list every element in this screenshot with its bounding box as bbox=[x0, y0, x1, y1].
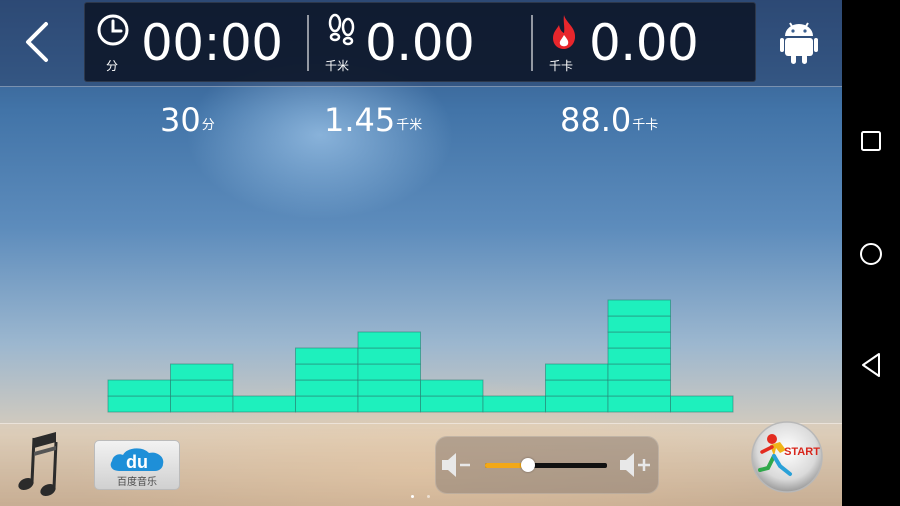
equalizer-segment bbox=[232, 395, 296, 413]
volume-control bbox=[435, 436, 659, 494]
equalizer-segment bbox=[607, 395, 671, 413]
equalizer-bar bbox=[295, 347, 359, 413]
equalizer-bar bbox=[420, 379, 484, 413]
equalizer-segment bbox=[545, 379, 609, 397]
equalizer-segment bbox=[545, 395, 609, 413]
start-label: START bbox=[784, 446, 820, 458]
equalizer-segment bbox=[357, 395, 421, 413]
equalizer-segment bbox=[170, 379, 234, 397]
equalizer-bar bbox=[170, 363, 234, 413]
volume-slider-thumb[interactable] bbox=[520, 458, 535, 472]
equalizer-bar bbox=[482, 395, 546, 413]
equalizer-segment bbox=[107, 395, 171, 413]
baidu-music-label: 百度音乐 bbox=[117, 477, 157, 488]
equalizer-segment bbox=[295, 347, 359, 365]
equalizer-segment bbox=[420, 379, 484, 397]
equalizer-segment bbox=[107, 379, 171, 397]
equalizer-segment bbox=[295, 395, 359, 413]
equalizer-segment bbox=[295, 363, 359, 381]
equalizer-segment bbox=[482, 395, 546, 413]
back-triangle-icon[interactable] bbox=[860, 352, 882, 378]
equalizer-bar bbox=[607, 299, 671, 413]
equalizer-segment bbox=[170, 395, 234, 413]
equalizer-segment bbox=[357, 331, 421, 349]
equalizer-bar bbox=[107, 379, 171, 413]
home-icon[interactable] bbox=[859, 242, 883, 266]
equalizer-bar bbox=[545, 363, 609, 413]
equalizer-segment bbox=[420, 395, 484, 413]
equalizer-segment bbox=[295, 379, 359, 397]
volume-down-icon[interactable] bbox=[440, 451, 474, 479]
equalizer-segment bbox=[607, 299, 671, 317]
equalizer-segment bbox=[357, 379, 421, 397]
equalizer-bar bbox=[232, 395, 296, 413]
baidu-logo-text: du bbox=[126, 452, 148, 472]
equalizer-bar bbox=[357, 331, 421, 413]
music-notes-icon[interactable] bbox=[12, 428, 66, 502]
equalizer-segment bbox=[607, 347, 671, 365]
equalizer-segment bbox=[607, 315, 671, 333]
equalizer-segment bbox=[607, 331, 671, 349]
android-nav-bar bbox=[842, 0, 900, 506]
equalizer-segment bbox=[670, 395, 734, 413]
baidu-music-logo: du bbox=[110, 448, 164, 472]
equalizer-bar bbox=[670, 395, 734, 413]
equalizer-segment bbox=[607, 379, 671, 397]
start-button[interactable]: START bbox=[750, 420, 824, 494]
equalizer-segment bbox=[357, 347, 421, 365]
equalizer-segment bbox=[357, 363, 421, 381]
page-indicator-dot bbox=[427, 495, 430, 498]
treadmill-screen: 分 00:00 千米 0.00 千卡 0.00 30分 1.45千米 88.0千… bbox=[0, 0, 842, 506]
equalizer-segment bbox=[607, 363, 671, 381]
equalizer-segment bbox=[170, 363, 234, 381]
equalizer-segment bbox=[545, 363, 609, 381]
baidu-music-button[interactable]: du 百度音乐 bbox=[94, 440, 180, 490]
page-indicator-dot bbox=[411, 495, 414, 498]
volume-track[interactable] bbox=[485, 458, 607, 472]
volume-up-icon[interactable] bbox=[618, 451, 654, 479]
recents-icon[interactable] bbox=[860, 130, 882, 152]
